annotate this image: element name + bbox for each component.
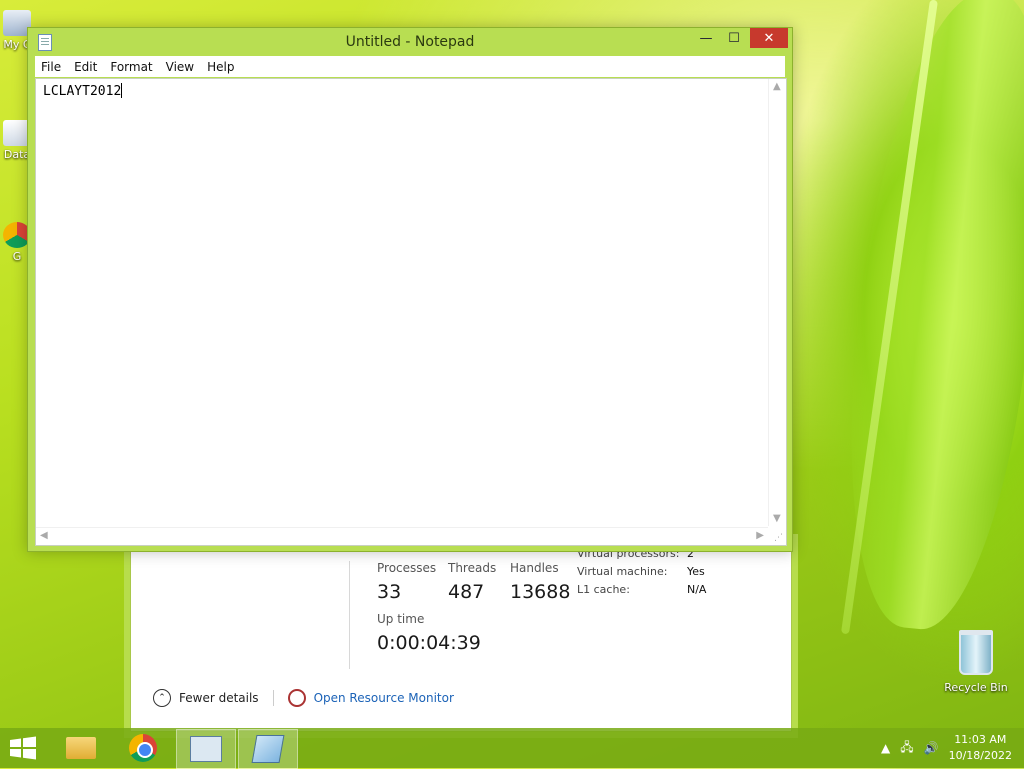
- scroll-right-icon[interactable]: ▶: [756, 530, 764, 541]
- spec-label: L1 cache:: [577, 583, 630, 596]
- scroll-left-icon[interactable]: ◀: [40, 530, 48, 541]
- chrome-icon: [129, 734, 157, 762]
- desktop-icon-label: G: [12, 250, 22, 263]
- clock[interactable]: 11:03 AM 10/18/2022: [949, 732, 1012, 764]
- resize-grip-icon[interactable]: ⋰: [774, 533, 784, 543]
- clock-date: 10/18/2022: [948, 749, 1012, 762]
- handles-value: 13688: [510, 581, 571, 603]
- desktop-icon-recycle-bin[interactable]: Recycle Bin: [940, 630, 1012, 694]
- horizontal-scrollbar[interactable]: ◀ ▶: [36, 527, 768, 545]
- processes-label: Processes: [377, 561, 437, 575]
- panel-divider: [349, 561, 350, 669]
- taskbar-task-manager[interactable]: [176, 729, 236, 769]
- vertical-scrollbar[interactable]: ▲ ▼: [768, 79, 786, 526]
- menu-edit[interactable]: Edit: [68, 60, 104, 74]
- taskbar: ▲ 🖧 🔊 11:03 AM 10/18/2022: [0, 728, 1024, 769]
- taskbar-chrome[interactable]: [114, 729, 172, 767]
- spec-value: Yes: [687, 565, 705, 578]
- volume-icon[interactable]: 🔊: [924, 741, 939, 755]
- menu-format[interactable]: Format: [104, 60, 159, 74]
- clock-time: 11:03 AM: [954, 733, 1007, 746]
- recycle-bin-icon: [959, 630, 993, 675]
- scroll-up-icon[interactable]: ▲: [773, 81, 781, 92]
- taskbar-notepad[interactable]: [238, 729, 298, 769]
- notepad-icon: [251, 735, 285, 763]
- minimize-button[interactable]: —: [692, 28, 720, 48]
- footer-separator: [272, 690, 274, 706]
- chevron-up-icon[interactable]: ⌃: [153, 689, 171, 707]
- windows-start-icon[interactable]: [8, 736, 38, 760]
- title-bar[interactable]: Untitled - Notepad — ☐ ✕: [28, 28, 792, 56]
- spec-label: Virtual machine:: [577, 565, 668, 578]
- scroll-down-icon[interactable]: ▼: [773, 513, 781, 524]
- show-hidden-icons-button[interactable]: ▲: [881, 741, 890, 755]
- notepad-window: Untitled - Notepad — ☐ ✕ File Edit Forma…: [27, 27, 793, 552]
- uptime-value: 0:00:04:39: [377, 632, 481, 654]
- resource-monitor-icon: [287, 689, 306, 707]
- task-manager-content: Processes 33 Threads 487 Handles 13688 U…: [139, 541, 783, 723]
- close-button[interactable]: ✕: [750, 28, 788, 48]
- task-manager-icon: [190, 736, 222, 762]
- spec-value: N/A: [687, 583, 707, 596]
- menu-file[interactable]: File: [35, 60, 68, 74]
- menu-view[interactable]: View: [160, 60, 201, 74]
- network-icon[interactable]: 🖧: [900, 738, 913, 759]
- window-title: Untitled - Notepad: [345, 34, 475, 50]
- threads-label: Threads: [448, 561, 497, 575]
- folder-icon: [66, 737, 96, 759]
- editor-text: LCLAYT2012: [43, 84, 122, 99]
- menu-bar: File Edit Format View Help: [35, 56, 785, 77]
- editor-text-line: LCLAYT2012: [43, 83, 123, 99]
- fewer-details-button[interactable]: Fewer details: [179, 691, 259, 705]
- system-tray: ▲ 🖧 🔊 11:03 AM 10/18/2022: [881, 732, 1012, 764]
- recycle-bin-label: Recycle Bin: [944, 681, 1008, 694]
- maximize-button[interactable]: ☐: [720, 28, 748, 48]
- text-editor[interactable]: LCLAYT2012 ▲ ▼ ◀ ▶ ⋰: [35, 78, 787, 546]
- processes-value: 33: [377, 581, 402, 603]
- menu-help[interactable]: Help: [201, 60, 241, 74]
- open-resource-monitor-link[interactable]: Open Resource Monitor: [314, 691, 454, 705]
- uptime-label: Up time: [377, 612, 425, 626]
- taskbar-file-explorer[interactable]: [52, 729, 110, 767]
- text-caret: [121, 83, 123, 98]
- task-manager-footer: ⌃ Fewer details Open Resource Monitor: [153, 689, 454, 707]
- task-manager-window: Processes 33 Threads 487 Handles 13688 U…: [130, 540, 792, 732]
- handles-label: Handles: [510, 561, 559, 575]
- threads-value: 487: [448, 581, 485, 603]
